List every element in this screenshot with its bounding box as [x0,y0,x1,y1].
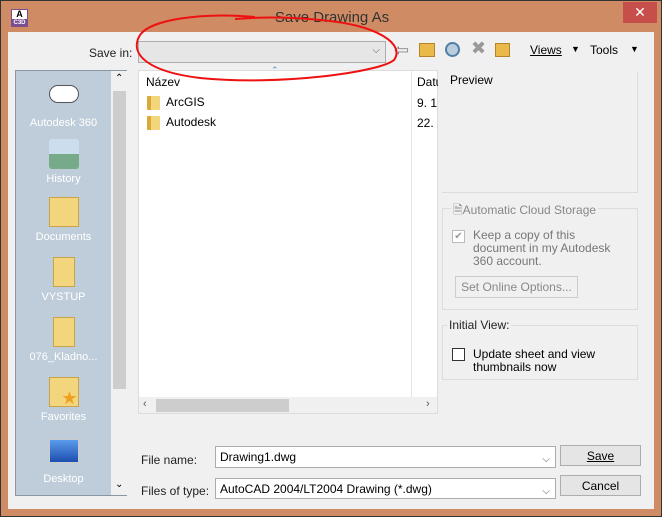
annotation-stroke [135,14,398,82]
red-annotation-circle [135,14,398,82]
